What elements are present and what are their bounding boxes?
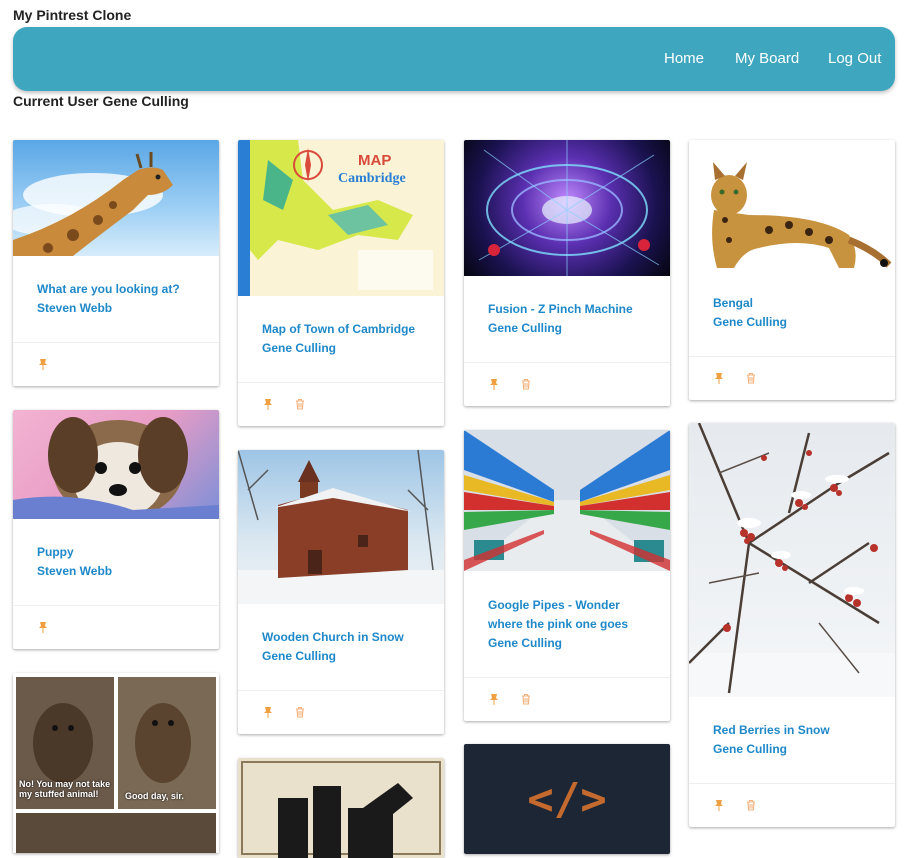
pin-card: Fusion - Z Pinch Machine Gene Culling [464,140,670,406]
otter-meme-image [16,677,216,853]
pin-icon[interactable] [713,372,725,384]
red-berries-image [689,423,895,697]
fusion-machine-image [478,140,660,276]
trash-icon[interactable] [294,706,306,718]
pin-icon[interactable] [37,621,49,633]
pin-image[interactable]: MAP Cambridge [238,140,444,296]
pin-author[interactable]: Gene Culling [262,339,420,358]
puppy-image [13,417,219,519]
nav-my-board-link[interactable]: My Board [735,50,799,67]
pin-content: Red Berries in Snow Gene Culling [689,697,895,783]
pin-author[interactable]: Gene Culling [713,313,871,332]
pin-content: Bengal Gene Culling [689,270,895,356]
pin-card: </> [464,744,670,854]
pin-author[interactable]: Gene Culling [488,634,646,653]
trash-icon[interactable] [520,378,532,390]
nav-logout-link[interactable]: Log Out [828,50,881,67]
pin-icon[interactable] [262,706,274,718]
pin-author[interactable]: Steven Webb [37,299,195,318]
pin-actions [464,677,670,721]
church-image [238,450,444,604]
cambridge-map-image: MAP Cambridge [238,140,433,296]
pin-author[interactable]: Gene Culling [262,647,420,666]
code-icon: </> [527,774,607,825]
pin-title[interactable]: Google Pipes - Wonder where the pink one… [488,596,638,634]
pin-title[interactable]: Red Berries in Snow [713,721,871,740]
pin-icon[interactable] [713,799,725,811]
pin-image[interactable] [238,450,444,604]
pin-image[interactable] [689,140,895,270]
pin-icon[interactable] [488,693,500,705]
pin-icon[interactable] [262,398,274,410]
pin-title[interactable]: Puppy [37,543,195,562]
pin-actions [689,783,895,827]
pin-icon[interactable] [37,358,49,370]
pin-card: Red Berries in Snow Gene Culling [689,423,895,827]
google-pipes-image [464,430,670,571]
pin-image[interactable] [464,430,670,571]
pin-actions [13,605,219,649]
pin-author[interactable]: Gene Culling [488,319,646,338]
pin-actions [464,362,670,406]
pin-actions [13,342,219,386]
pin-title[interactable]: Bengal [713,294,871,313]
pin-image[interactable] [689,423,895,697]
pin-image[interactable] [464,140,670,276]
pin-actions [689,356,895,400]
pin-title[interactable]: What are you looking at? [37,280,195,299]
trash-icon[interactable] [745,799,757,811]
pin-card: Puppy Steven Webb [13,410,219,649]
bengal-cat-image [711,162,892,268]
pin-image[interactable]: No! You may not take my stuffed animal! … [13,673,219,853]
pin-title[interactable]: Wooden Church in Snow [262,628,420,647]
pin-image[interactable]: </> [464,744,670,854]
nav-home-link[interactable]: Home [664,50,704,67]
pin-author[interactable]: Steven Webb [37,562,195,581]
app-title: My Pintrest Clone [13,7,132,23]
trash-icon[interactable] [745,372,757,384]
building-illustration-image [241,761,441,858]
pin-author[interactable]: Gene Culling [713,740,871,759]
pin-card: No! You may not take my stuffed animal! … [13,673,219,853]
pin-title[interactable]: Fusion - Z Pinch Machine [488,300,646,319]
map-label-title: MAP [358,152,391,169]
pin-image[interactable] [13,410,219,519]
map-label-city: Cambridge [338,171,406,186]
pin-actions [238,382,444,426]
pin-title[interactable]: Map of Town of Cambridge [262,320,420,339]
pin-content: Puppy Steven Webb [13,519,219,605]
meme-caption-left: No! You may not take my stuffed animal! [19,779,111,799]
pin-card [238,758,444,858]
pin-image[interactable] [238,758,444,858]
pin-icon[interactable] [488,378,500,390]
pin-card: MAP Cambridge Map of Town of Cambridge G… [238,140,444,426]
pin-card: What are you looking at? Steven Webb [13,140,219,386]
pin-content: Fusion - Z Pinch Machine Gene Culling [464,276,670,362]
pin-card: Bengal Gene Culling [689,140,895,400]
navbar: Home My Board Log Out [13,27,895,91]
pin-content: Wooden Church in Snow Gene Culling [238,604,444,690]
meme-caption-right: Good day, sir. [125,791,184,801]
pin-card: Wooden Church in Snow Gene Culling [238,450,444,734]
giraffe-image [13,152,173,256]
pin-actions [238,690,444,734]
pin-content: Google Pipes - Wonder where the pink one… [464,571,670,677]
trash-icon[interactable] [294,398,306,410]
current-user-label: Current User Gene Culling [13,93,189,109]
pin-card: Google Pipes - Wonder where the pink one… [464,430,670,721]
trash-icon[interactable] [520,693,532,705]
pin-content: Map of Town of Cambridge Gene Culling [238,296,444,382]
pin-content: What are you looking at? Steven Webb [13,256,219,342]
pin-image[interactable] [13,140,219,256]
